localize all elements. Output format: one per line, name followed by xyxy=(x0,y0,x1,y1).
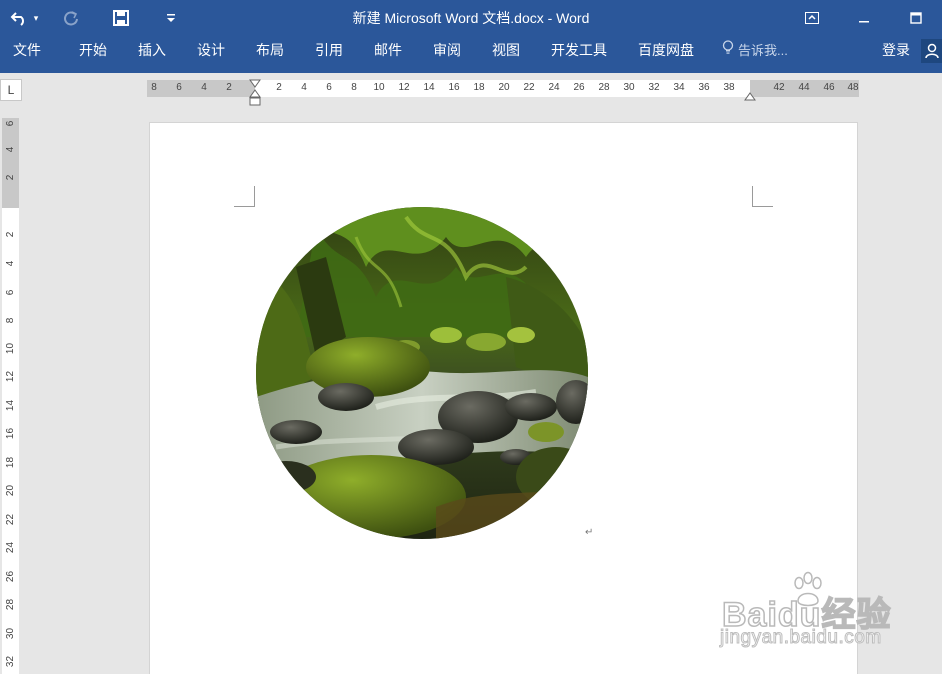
forest-stream-rocks-photo[interactable] xyxy=(256,207,588,539)
ruler-tick: 26 xyxy=(5,570,16,583)
ruler-tick: 6 xyxy=(5,289,16,296)
ruler-tick: 18 xyxy=(473,82,485,93)
ruler-tick: 6 xyxy=(176,82,182,93)
tab-layout[interactable]: 布局 xyxy=(256,36,284,65)
title-bar: ▾ 新建 Microsoft Word 文档.docx - Word xyxy=(0,0,942,36)
ruler-top-margin xyxy=(2,118,19,208)
ruler-tick: 2 xyxy=(276,82,282,93)
tab-stop-selector[interactable]: L xyxy=(0,79,22,101)
ribbon-display-options-icon[interactable] xyxy=(786,0,838,36)
ruler-tick: 22 xyxy=(5,513,16,526)
ruler-tick: 10 xyxy=(5,342,16,355)
ruler-tick: 36 xyxy=(698,82,710,93)
ruler-tick: 4 xyxy=(201,82,207,93)
tab-view[interactable]: 视图 xyxy=(492,36,520,65)
ruler-tick: 48 xyxy=(847,82,859,93)
ruler-tick: 4 xyxy=(301,82,307,93)
margin-corner-top-left xyxy=(234,186,256,208)
ruler-tick: 6 xyxy=(326,82,332,93)
ruler-tick: 16 xyxy=(5,427,16,440)
ruler-tick: 16 xyxy=(448,82,460,93)
ruler-tick: 46 xyxy=(823,82,835,93)
minimize-icon[interactable] xyxy=(838,0,890,36)
ribbon-tabs: 文件 开始 插入 设计 布局 引用 邮件 审阅 视图 开发工具 百度网盘 告诉我… xyxy=(0,36,942,73)
ruler-tick: 14 xyxy=(5,399,16,412)
tell-me-placeholder: 告诉我... xyxy=(738,43,788,58)
ruler-tick: 26 xyxy=(573,82,585,93)
sign-in-link[interactable]: 登录 xyxy=(882,36,910,65)
ruler-tick: 12 xyxy=(398,82,410,93)
ruler-tick: 8 xyxy=(5,317,16,324)
tab-developer[interactable]: 开发工具 xyxy=(551,36,607,65)
save-icon[interactable] xyxy=(106,3,136,33)
ruler-tick: 10 xyxy=(373,82,385,93)
tell-me-box[interactable]: 告诉我... xyxy=(722,36,788,65)
ruler-tick: 6 xyxy=(5,120,16,127)
ruler-tick: 18 xyxy=(5,456,16,469)
ruler-tick: 8 xyxy=(351,82,357,93)
tab-mailings[interactable]: 邮件 xyxy=(374,36,402,65)
ruler-tick: 32 xyxy=(5,655,16,668)
ruler-tick: 32 xyxy=(648,82,660,93)
ruler-tick: 28 xyxy=(5,598,16,611)
baidu-jingyan-watermark: Baidu经验 jingyan.baidu.com xyxy=(720,571,940,670)
paragraph-mark: ↵ xyxy=(585,527,594,538)
ruler-tick: 44 xyxy=(798,82,810,93)
ruler-tick: 4 xyxy=(5,146,16,153)
ruler-tick: 42 xyxy=(773,82,785,93)
ruler-tick: 20 xyxy=(498,82,510,93)
right-indent-marker[interactable] xyxy=(744,89,756,107)
tab-design[interactable]: 设计 xyxy=(197,36,225,65)
tab-baidu-netdisk[interactable]: 百度网盘 xyxy=(638,36,694,65)
customize-qat-icon[interactable] xyxy=(156,3,186,33)
ruler-tick: 38 xyxy=(723,82,735,93)
ruler-tick: 4 xyxy=(5,260,16,267)
window-controls xyxy=(786,0,942,36)
ruler-tick: 2 xyxy=(226,82,232,93)
vertical-ruler[interactable]: 6 4 2 2 4 6 8 10 12 14 16 18 20 22 24 26… xyxy=(2,118,19,674)
undo-dropdown-icon[interactable]: ▾ xyxy=(28,3,44,33)
lightbulb-icon xyxy=(722,36,734,65)
ruler-tick: 28 xyxy=(598,82,610,93)
watermark-url: jingyan.baidu.com xyxy=(720,627,882,649)
share-person-icon[interactable] xyxy=(921,39,942,63)
ruler-tick: 12 xyxy=(5,370,16,383)
margin-corner-top-right xyxy=(751,186,773,208)
ruler-tick: 2 xyxy=(5,231,16,238)
tab-review[interactable]: 审阅 xyxy=(433,36,461,65)
ruler-tick: 2 xyxy=(5,174,16,181)
ruler-tick: 30 xyxy=(623,82,635,93)
tab-home[interactable]: 开始 xyxy=(79,36,107,65)
ruler-tick: 24 xyxy=(5,541,16,554)
ruler-tick: 30 xyxy=(5,627,16,640)
ruler-tick: 22 xyxy=(523,82,535,93)
quick-access-toolbar: ▾ xyxy=(0,0,186,36)
ruler-tick: 8 xyxy=(151,82,157,93)
tab-file[interactable]: 文件 xyxy=(13,36,41,65)
ruler-tick: 34 xyxy=(673,82,685,93)
tab-insert[interactable]: 插入 xyxy=(138,36,166,65)
hanging-indent-marker[interactable] xyxy=(249,89,261,112)
redo-icon[interactable] xyxy=(56,3,86,33)
ruler-tick: 20 xyxy=(5,484,16,497)
tab-references[interactable]: 引用 xyxy=(315,36,343,65)
ruler-tick: 14 xyxy=(423,82,435,93)
maximize-icon[interactable] xyxy=(890,0,942,36)
ruler-tick: 24 xyxy=(548,82,560,93)
